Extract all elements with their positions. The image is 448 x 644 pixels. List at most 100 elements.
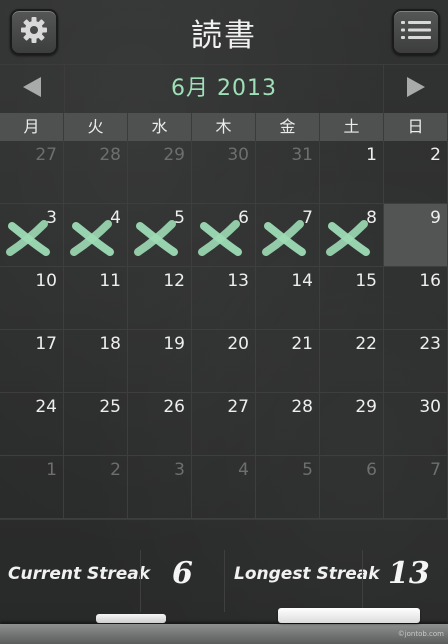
day-number: 2	[110, 460, 121, 480]
calendar-day-cell[interactable]: 14	[256, 267, 320, 330]
page-title: 読書	[191, 18, 257, 54]
menu-button[interactable]	[392, 9, 440, 55]
calendar-day-cell[interactable]: 25	[64, 393, 128, 456]
calendar-day-cell[interactable]: 7	[384, 456, 448, 519]
completed-x-mark-icon	[198, 218, 244, 262]
triangle-left-icon	[21, 75, 43, 103]
weekday-label: 水	[128, 113, 192, 141]
day-number: 31	[291, 145, 313, 165]
calendar-grid: 27 28 29 30 31 1 2 3 4 5 6 7 8 9 10 11 12 13 14 15 16 17 18 19 2…	[0, 141, 448, 519]
day-number: 10	[35, 271, 57, 291]
calendar-day-cell[interactable]: 19	[128, 330, 192, 393]
day-number: 11	[99, 271, 121, 291]
calendar-day-cell[interactable]: 9	[384, 204, 448, 267]
calendar-day-cell[interactable]: 29	[320, 393, 384, 456]
calendar-day-cell[interactable]: 4	[192, 456, 256, 519]
calendar-day-cell[interactable]: 30	[384, 393, 448, 456]
calendar-day-cell[interactable]: 2	[64, 456, 128, 519]
day-number: 15	[355, 271, 377, 291]
calendar-day-cell[interactable]: 10	[0, 267, 64, 330]
calendar-day-cell[interactable]: 27	[192, 393, 256, 456]
calendar-day-cell[interactable]: 17	[0, 330, 64, 393]
calendar-day-cell[interactable]: 8	[320, 204, 384, 267]
day-number: 29	[163, 145, 185, 165]
day-number: 27	[227, 397, 249, 417]
day-number: 25	[99, 397, 121, 417]
current-streak-value: 6	[172, 556, 193, 591]
calendar-day-cell[interactable]: 23	[384, 330, 448, 393]
day-number: 1	[366, 145, 377, 165]
calendar-day-cell[interactable]: 1	[320, 141, 384, 204]
next-month-button[interactable]	[383, 65, 448, 113]
day-number: 2	[430, 145, 441, 165]
calendar-day-cell[interactable]: 28	[64, 141, 128, 204]
longest-streak-value: 13	[388, 556, 430, 591]
longest-streak-label: Longest Streak	[234, 564, 380, 584]
calendar-day-cell[interactable]: 21	[256, 330, 320, 393]
previous-month-button[interactable]	[0, 65, 65, 113]
calendar-day-cell[interactable]: 30	[192, 141, 256, 204]
calendar-day-cell[interactable]: 29	[128, 141, 192, 204]
divider	[362, 550, 363, 612]
calendar-day-cell[interactable]: 1	[0, 456, 64, 519]
calendar-day-cell[interactable]: 28	[256, 393, 320, 456]
chalk-piece	[278, 608, 420, 623]
day-number: 24	[35, 397, 57, 417]
day-number: 17	[35, 334, 57, 354]
calendar-day-cell[interactable]: 5	[256, 456, 320, 519]
calendar-day-cell[interactable]: 26	[128, 393, 192, 456]
calendar-day-cell[interactable]: 27	[0, 141, 64, 204]
completed-x-mark-icon	[134, 218, 180, 262]
calendar-day-cell[interactable]: 31	[256, 141, 320, 204]
completed-x-mark-icon	[326, 218, 372, 262]
day-number: 28	[291, 397, 313, 417]
weekday-label: 日	[384, 113, 448, 141]
day-number: 4	[238, 460, 249, 480]
chalk-piece	[96, 614, 166, 623]
calendar-day-cell[interactable]: 4	[64, 204, 128, 267]
chalk-ledge	[0, 624, 448, 644]
calendar-day-cell[interactable]: 3	[0, 204, 64, 267]
day-number: 7	[430, 460, 441, 480]
current-streak-label: Current Streak	[8, 564, 151, 584]
divider	[140, 550, 141, 612]
calendar-day-cell[interactable]: 12	[128, 267, 192, 330]
calendar-day-cell[interactable]: 5	[128, 204, 192, 267]
header: 読書	[0, 0, 448, 64]
completed-x-mark-icon	[262, 218, 308, 262]
calendar-day-cell[interactable]: 18	[64, 330, 128, 393]
day-number: 22	[355, 334, 377, 354]
day-number: 18	[99, 334, 121, 354]
calendar-day-cell[interactable]: 3	[128, 456, 192, 519]
calendar-day-cell[interactable]: 2	[384, 141, 448, 204]
day-number: 30	[227, 145, 249, 165]
day-number: 27	[35, 145, 57, 165]
day-number: 5	[302, 460, 313, 480]
completed-x-mark-icon	[6, 218, 52, 262]
day-number: 21	[291, 334, 313, 354]
month-navigation: 6月 2013	[0, 64, 448, 114]
calendar-day-cell[interactable]: 16	[384, 267, 448, 330]
calendar-day-cell[interactable]: 22	[320, 330, 384, 393]
calendar-day-cell[interactable]: 13	[192, 267, 256, 330]
calendar-day-cell[interactable]: 6	[192, 204, 256, 267]
calendar-day-cell[interactable]: 24	[0, 393, 64, 456]
weekday-label: 月	[0, 113, 64, 141]
calendar-day-cell[interactable]: 15	[320, 267, 384, 330]
calendar-day-cell[interactable]: 7	[256, 204, 320, 267]
weekday-header: 月 火 水 木 金 土 日	[0, 113, 448, 141]
weekday-label: 木	[192, 113, 256, 141]
calendar-day-cell[interactable]: 6	[320, 456, 384, 519]
calendar-day-cell[interactable]: 11	[64, 267, 128, 330]
day-number: 20	[227, 334, 249, 354]
day-number: 12	[163, 271, 185, 291]
day-number: 26	[163, 397, 185, 417]
day-number: 28	[99, 145, 121, 165]
day-number: 16	[419, 271, 441, 291]
calendar-day-cell[interactable]: 20	[192, 330, 256, 393]
day-number: 14	[291, 271, 313, 291]
completed-x-mark-icon	[70, 218, 116, 262]
day-number: 29	[355, 397, 377, 417]
divider	[224, 550, 225, 612]
weekday-label: 火	[64, 113, 128, 141]
